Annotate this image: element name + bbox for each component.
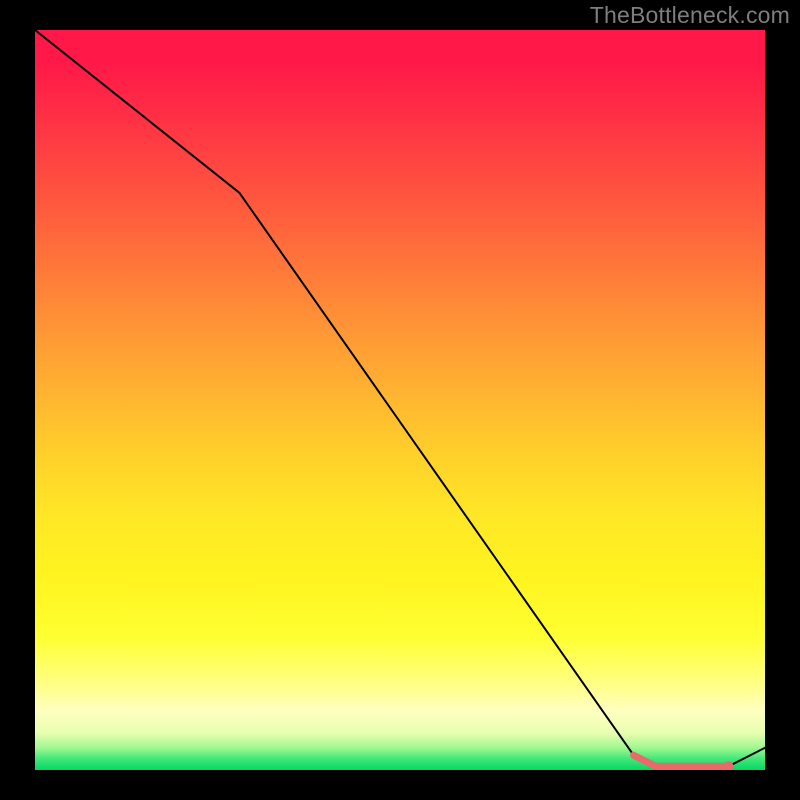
highlight-end-marker <box>724 761 734 770</box>
chart-frame: TheBottleneck.com <box>0 0 800 800</box>
series-curve <box>35 30 765 766</box>
chart-svg <box>35 30 765 770</box>
highlight-segment <box>634 755 729 766</box>
plot-area <box>35 30 765 770</box>
watermark-text: TheBottleneck.com <box>590 2 790 29</box>
